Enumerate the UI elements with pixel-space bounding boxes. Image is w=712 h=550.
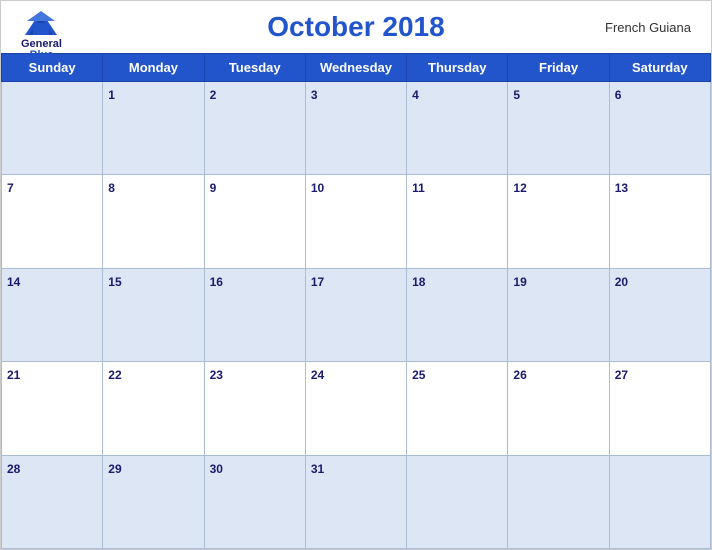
region-label: French Guiana (605, 20, 691, 35)
day-number: 20 (615, 275, 628, 289)
calendar-day-cell: 31 (305, 455, 406, 548)
calendar-day-cell: 8 (103, 175, 204, 268)
calendar-day-cell: 16 (204, 268, 305, 361)
calendar-day-cell: 26 (508, 362, 609, 455)
day-number: 26 (513, 368, 526, 382)
calendar-week-row: 28 29 30 31 (2, 455, 711, 548)
calendar-day-cell: 7 (2, 175, 103, 268)
header-saturday: Saturday (609, 54, 710, 82)
calendar-day-cell: 9 (204, 175, 305, 268)
calendar-day-cell: 23 (204, 362, 305, 455)
header-wednesday: Wednesday (305, 54, 406, 82)
calendar-day-cell: 29 (103, 455, 204, 548)
logo-blue-text: Blue (30, 50, 54, 61)
calendar-day-cell: 30 (204, 455, 305, 548)
calendar-day-cell: 10 (305, 175, 406, 268)
logo-icon (23, 9, 59, 37)
calendar-day-cell: 24 (305, 362, 406, 455)
calendar-container: General Blue October 2018 French Guiana … (0, 0, 712, 550)
calendar-week-row: 7 8 9 10 11 12 13 (2, 175, 711, 268)
day-number: 3 (311, 88, 318, 102)
calendar-day-cell (609, 455, 710, 548)
calendar-day-cell (508, 455, 609, 548)
calendar-day-cell (407, 455, 508, 548)
header-thursday: Thursday (407, 54, 508, 82)
day-number: 31 (311, 462, 324, 476)
calendar-table: Sunday Monday Tuesday Wednesday Thursday… (1, 53, 711, 549)
calendar-day-cell: 19 (508, 268, 609, 361)
day-number: 10 (311, 181, 324, 195)
header-friday: Friday (508, 54, 609, 82)
calendar-day-cell: 14 (2, 268, 103, 361)
calendar-week-row: 1 2 3 4 5 6 (2, 82, 711, 175)
day-number: 25 (412, 368, 425, 382)
header-tuesday: Tuesday (204, 54, 305, 82)
calendar-day-cell: 21 (2, 362, 103, 455)
weekday-header-row: Sunday Monday Tuesday Wednesday Thursday… (2, 54, 711, 82)
calendar-day-cell: 2 (204, 82, 305, 175)
day-number: 1 (108, 88, 115, 102)
day-number: 27 (615, 368, 628, 382)
calendar-day-cell: 18 (407, 268, 508, 361)
calendar-day-cell: 1 (103, 82, 204, 175)
day-number: 23 (210, 368, 223, 382)
day-number: 6 (615, 88, 622, 102)
calendar-header: General Blue October 2018 French Guiana (1, 1, 711, 53)
day-number: 14 (7, 275, 20, 289)
calendar-day-cell: 3 (305, 82, 406, 175)
day-number: 9 (210, 181, 217, 195)
calendar-day-cell: 20 (609, 268, 710, 361)
calendar-day-cell: 27 (609, 362, 710, 455)
day-number: 5 (513, 88, 520, 102)
day-number: 30 (210, 462, 223, 476)
day-number: 18 (412, 275, 425, 289)
calendar-day-cell: 17 (305, 268, 406, 361)
calendar-day-cell: 6 (609, 82, 710, 175)
day-number: 22 (108, 368, 121, 382)
header-monday: Monday (103, 54, 204, 82)
day-number: 28 (7, 462, 20, 476)
calendar-day-cell: 15 (103, 268, 204, 361)
day-number: 17 (311, 275, 324, 289)
calendar-title: October 2018 (267, 11, 444, 43)
day-number: 7 (7, 181, 14, 195)
calendar-day-cell: 11 (407, 175, 508, 268)
day-number: 15 (108, 275, 121, 289)
calendar-week-row: 21 22 23 24 25 26 27 (2, 362, 711, 455)
logo: General Blue (21, 9, 62, 61)
calendar-day-cell: 22 (103, 362, 204, 455)
calendar-day-cell (2, 82, 103, 175)
calendar-day-cell: 28 (2, 455, 103, 548)
day-number: 4 (412, 88, 419, 102)
calendar-day-cell: 13 (609, 175, 710, 268)
day-number: 16 (210, 275, 223, 289)
day-number: 12 (513, 181, 526, 195)
day-number: 21 (7, 368, 20, 382)
day-number: 29 (108, 462, 121, 476)
day-number: 19 (513, 275, 526, 289)
calendar-day-cell: 12 (508, 175, 609, 268)
calendar-day-cell: 4 (407, 82, 508, 175)
day-number: 8 (108, 181, 115, 195)
calendar-day-cell: 25 (407, 362, 508, 455)
day-number: 11 (412, 181, 425, 195)
day-number: 24 (311, 368, 324, 382)
calendar-week-row: 14 15 16 17 18 19 20 (2, 268, 711, 361)
day-number: 2 (210, 88, 217, 102)
calendar-day-cell: 5 (508, 82, 609, 175)
day-number: 13 (615, 181, 628, 195)
